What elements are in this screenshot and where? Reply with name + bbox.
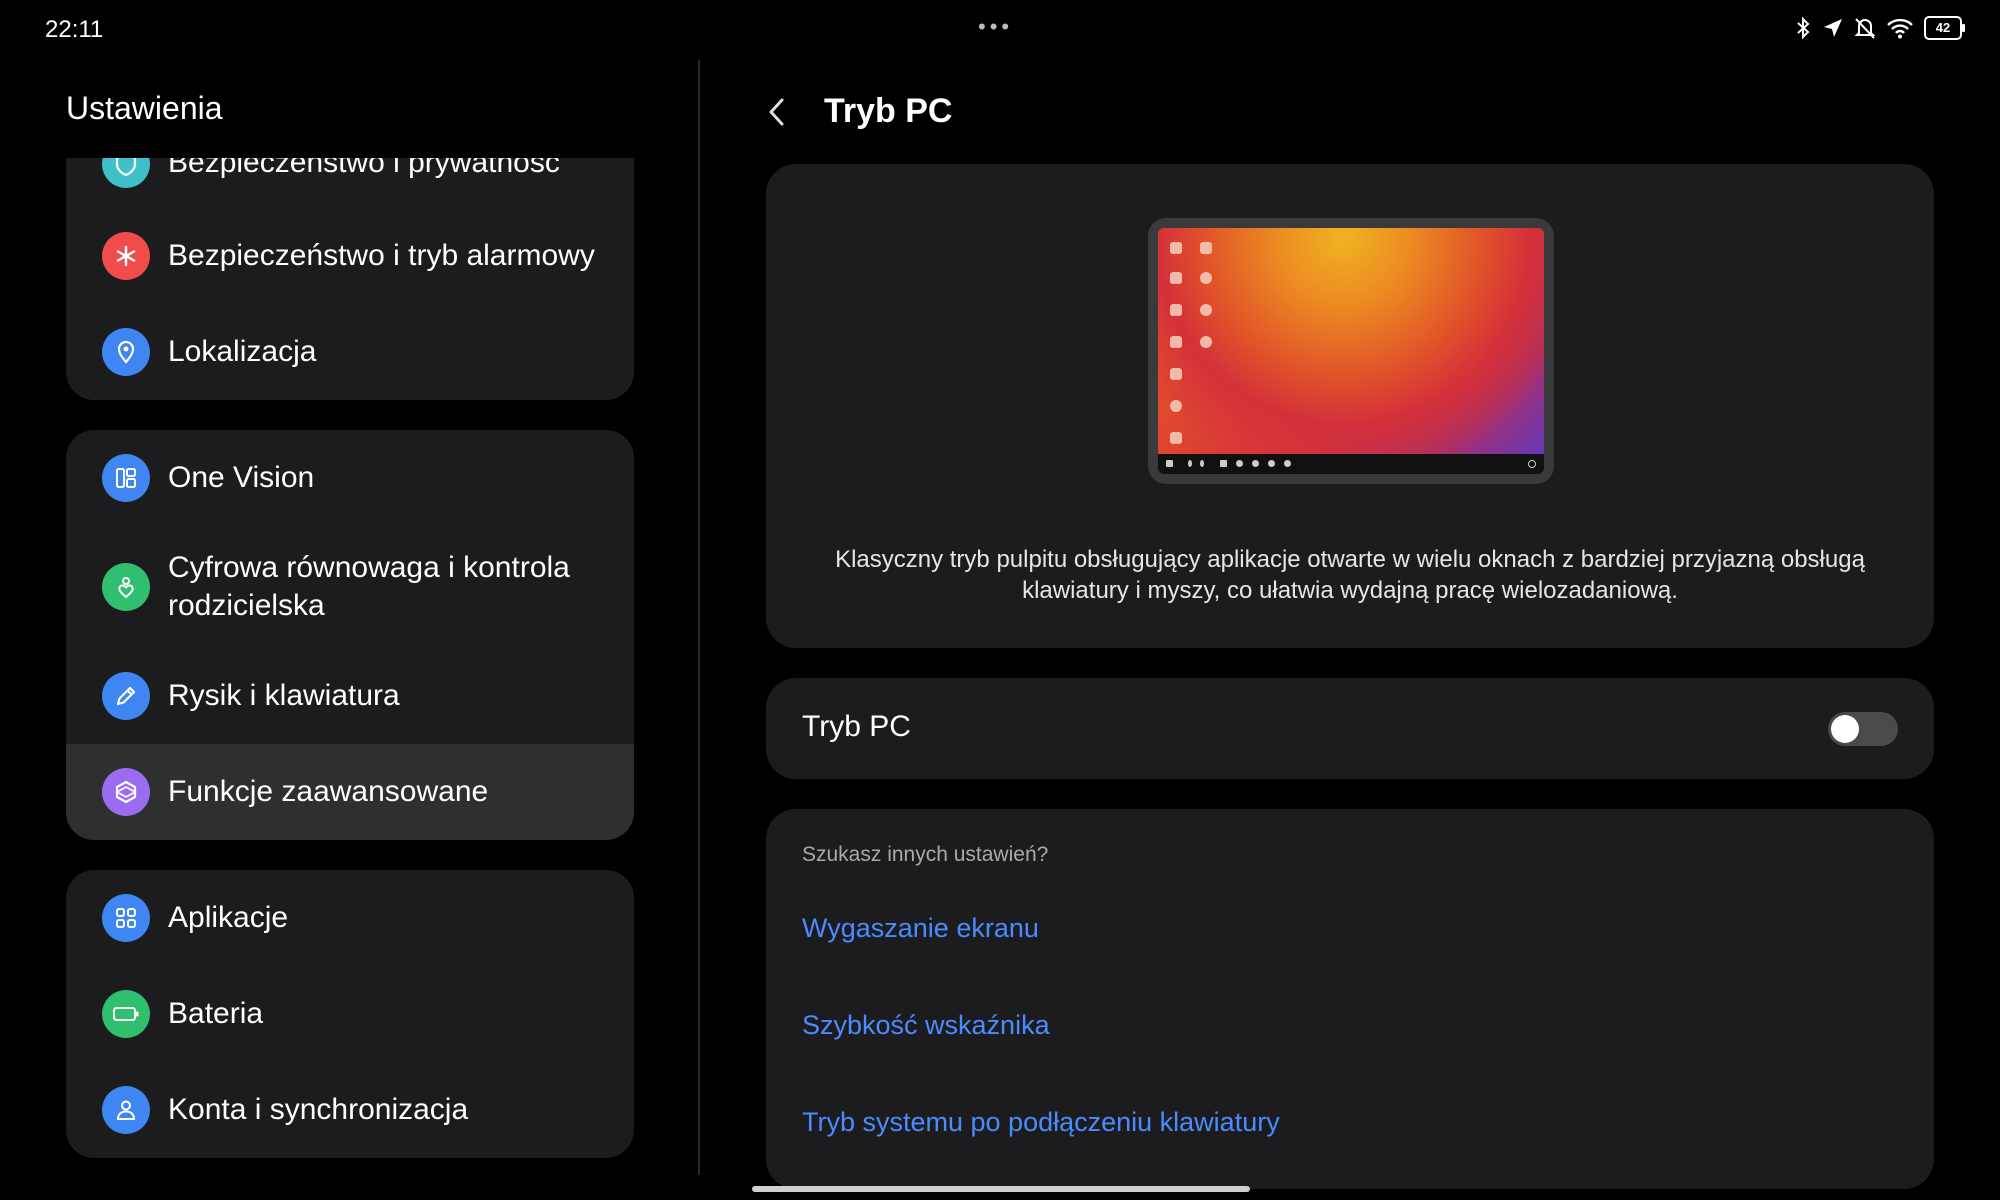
pc-mode-toggle-label: Tryb PC: [802, 710, 911, 743]
desktop-icon: [1170, 400, 1182, 412]
desktop-wallpaper: [1158, 228, 1544, 474]
sidebar-item-battery[interactable]: Bateria: [66, 966, 634, 1062]
hexagon-icon: [102, 768, 150, 816]
asterisk-icon: [102, 232, 150, 280]
sidebar-item-label: Cyfrowa równowaga i kontrola rodzicielsk…: [168, 551, 570, 622]
status-icons: 42: [1794, 16, 1965, 40]
person-icon: [102, 1086, 150, 1134]
sidebar-item-label: Konta i synchronizacja: [168, 1093, 469, 1126]
desktop-icon: [1170, 242, 1182, 254]
bluetooth-icon: [1794, 16, 1812, 40]
page-title: Tryb PC: [824, 92, 953, 130]
location-pin-icon: [102, 328, 150, 376]
mute-icon: [1854, 16, 1876, 40]
link-keyboard-system-mode[interactable]: Tryb systemu po podłączeniu klawiatury: [802, 1107, 1280, 1138]
sidebar-item-stylus-keyboard[interactable]: Rysik i klawiatura: [66, 648, 634, 744]
sidebar-item-apps[interactable]: Aplikacje: [66, 870, 634, 966]
sidebar-item-privacy[interactable]: Bezpieczeństwo i prywatność: [66, 158, 634, 208]
shield-icon: [102, 158, 150, 188]
status-bar: 22:11 ••• 42: [0, 0, 2000, 60]
taskbar-icon: [1268, 460, 1275, 467]
window-handle-dots[interactable]: •••: [978, 14, 1013, 40]
taskbar-icon: [1284, 460, 1291, 467]
link-screen-timeout[interactable]: Wygaszanie ekranu: [802, 913, 1039, 944]
pane-divider[interactable]: [698, 60, 700, 1175]
taskbar-icon: [1220, 460, 1227, 467]
related-settings-card: Szukasz innych ustawień? Wygaszanie ekra…: [766, 809, 1934, 1189]
settings-title: Ustawienia: [66, 90, 223, 126]
sidebar-item-digital-wellbeing[interactable]: Cyfrowa równowaga i kontrola rodzicielsk…: [66, 526, 634, 648]
battery-icon: 42: [1924, 16, 1965, 40]
sidebar-item-label: Bateria: [168, 997, 264, 1030]
taskbar-icon: [1166, 460, 1173, 467]
desktop-icon: [1170, 368, 1182, 380]
desktop-icon: [1200, 304, 1212, 316]
search-icon: [1528, 460, 1536, 468]
link-pointer-speed[interactable]: Szybkość wskaźnika: [802, 1010, 1050, 1041]
sidebar-item-label: Funkcje zaawansowane: [168, 775, 489, 808]
sidebar-item-one-vision[interactable]: One Vision: [66, 430, 634, 526]
sidebar-item-advanced-features[interactable]: Funkcje zaawansowane: [66, 744, 634, 840]
sidebar-item-label: One Vision: [168, 461, 315, 494]
settings-group-1: Bezpieczeństwo i prywatność Bezpieczeńst…: [66, 158, 634, 400]
back-button[interactable]: [762, 92, 792, 132]
taskbar-icon: [1252, 460, 1259, 467]
sidebar-item-label: Bezpieczeństwo i prywatność: [168, 158, 560, 179]
location-icon: [1822, 17, 1844, 39]
switch-knob: [1831, 715, 1859, 743]
taskbar-icon: [1200, 460, 1204, 467]
sidebar-item-label: Rysik i klawiatura: [168, 679, 400, 712]
taskbar-icon: [1188, 460, 1192, 467]
desktop-icon: [1200, 272, 1212, 284]
pc-mode-switch[interactable]: [1828, 712, 1898, 746]
sidebar-item-location[interactable]: Lokalizacja: [66, 304, 634, 400]
layout-icon: [102, 454, 150, 502]
sidebar-item-label: Bezpieczeństwo i tryb alarmowy: [168, 239, 595, 272]
pen-icon: [102, 672, 150, 720]
taskbar: [1158, 454, 1544, 474]
settings-group-2: One Vision Cyfrowa równowaga i kontrola …: [66, 430, 634, 840]
taskbar-icon: [1236, 460, 1243, 467]
back-arrow-icon: [769, 98, 784, 126]
desktop-icon: [1170, 432, 1182, 444]
related-settings-header: Szukasz innych ustawień?: [802, 843, 1049, 866]
pc-mode-toggle-row[interactable]: Tryb PC: [766, 678, 1934, 779]
settings-group-3: Aplikacje Bateria Konta i synchronizacja: [66, 870, 634, 1158]
sidebar-item-label: Aplikacje: [168, 901, 289, 934]
desktop-icon: [1200, 336, 1212, 348]
wifi-icon: [1886, 17, 1914, 39]
desktop-icon: [1170, 336, 1182, 348]
desktop-icon: [1200, 242, 1212, 254]
status-time: 22:11: [45, 16, 104, 43]
settings-list[interactable]: Bezpieczeństwo i prywatność Bezpieczeńst…: [66, 158, 634, 1178]
sidebar-item-accounts[interactable]: Konta i synchronizacja: [66, 1062, 634, 1158]
pc-mode-description: Klasyczny tryb pulpitu obsługujący aplik…: [835, 546, 1865, 604]
desktop-icon: [1170, 272, 1182, 284]
gesture-home-bar[interactable]: [752, 1186, 1250, 1192]
tablet-illustration: [1148, 218, 1554, 484]
apps-grid-icon: [102, 894, 150, 942]
desktop-icon: [1170, 304, 1182, 316]
sidebar-item-label: Lokalizacja: [168, 335, 317, 368]
pc-mode-illustration-card: Klasyczny tryb pulpitu obsługujący aplik…: [766, 164, 1934, 648]
sidebar-item-emergency[interactable]: Bezpieczeństwo i tryb alarmowy: [66, 208, 634, 304]
heart-person-icon: [102, 563, 150, 611]
battery-outline-icon: [102, 990, 150, 1038]
